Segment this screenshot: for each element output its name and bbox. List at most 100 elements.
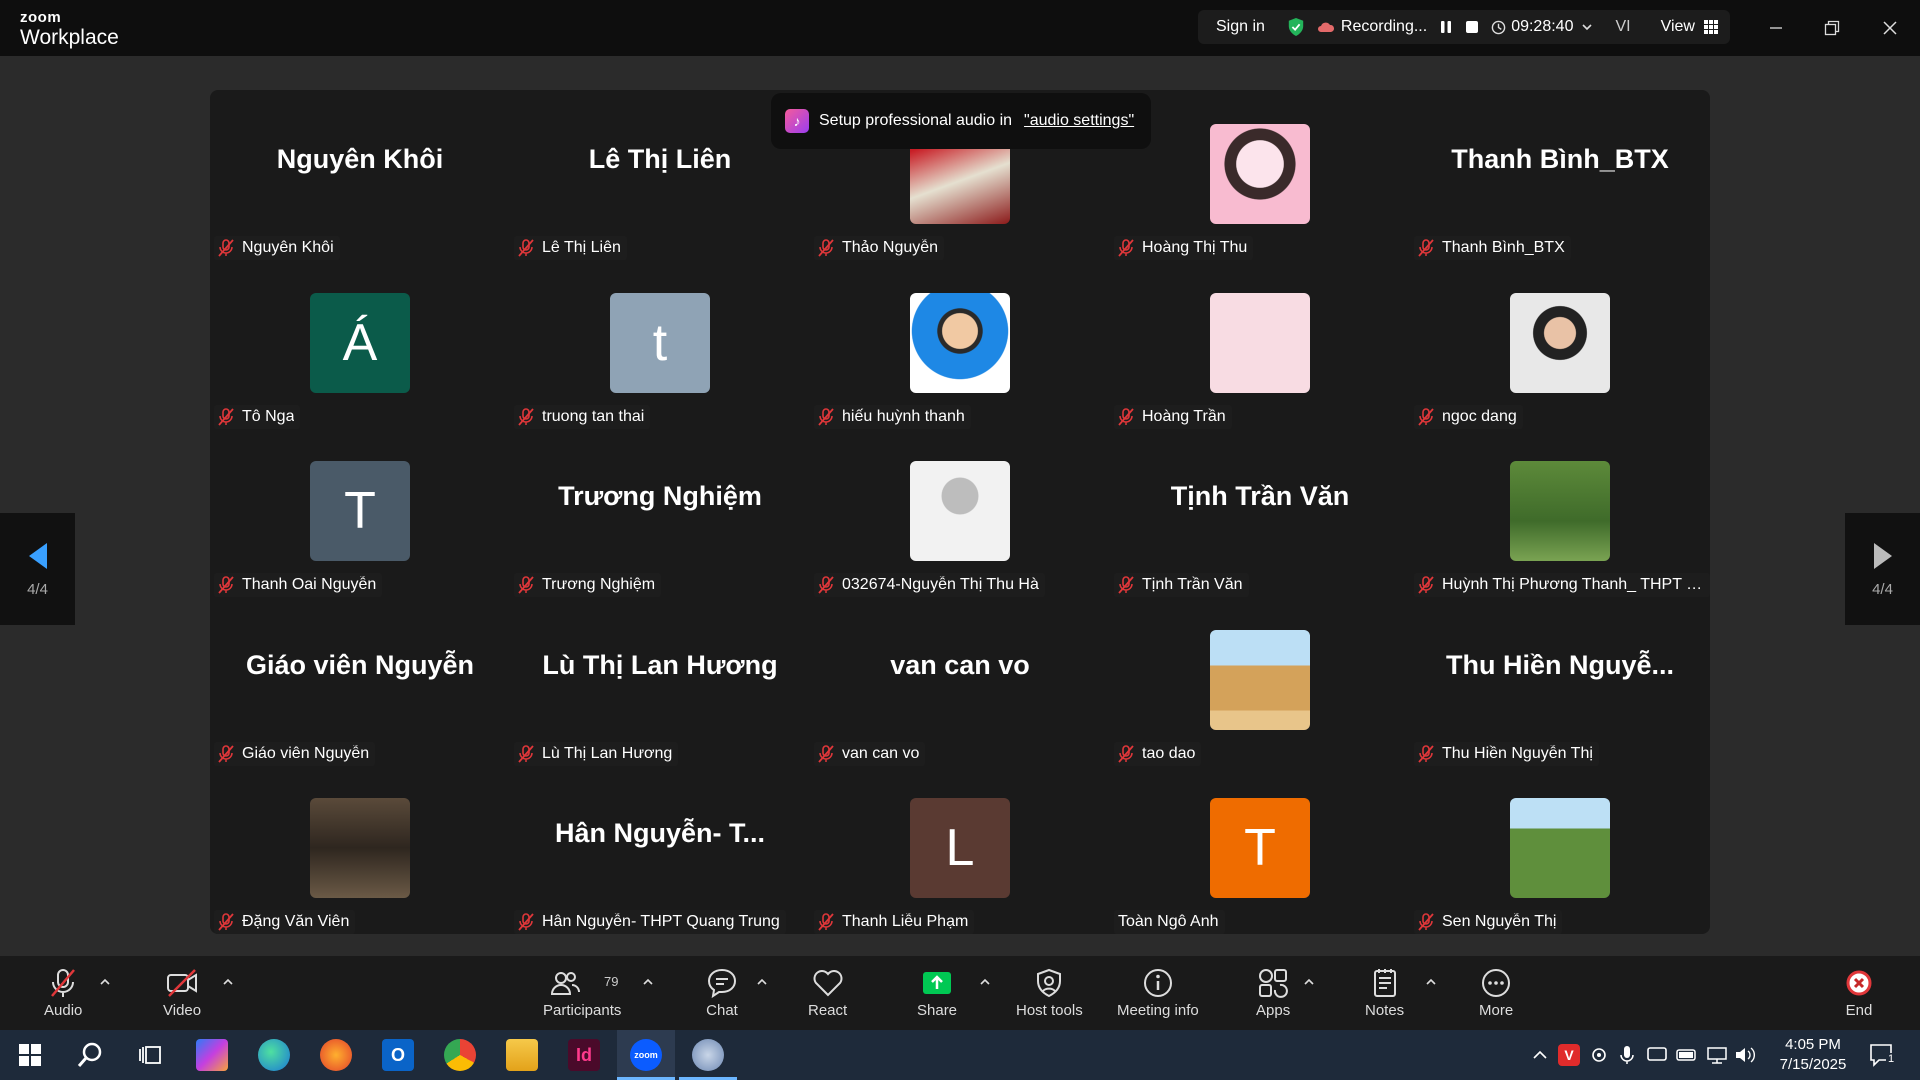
chat-options-chevron-icon[interactable]: [756, 976, 768, 988]
grid-view-icon[interactable]: [1703, 19, 1719, 35]
participant-avatar: Á: [310, 292, 410, 393]
participant-tile[interactable]: Lù Thị Lan Hương Lù Thị Lan Hương: [510, 596, 810, 766]
edge-browser-icon[interactable]: [258, 1039, 290, 1071]
end-meeting-button[interactable]: End: [1842, 966, 1876, 1019]
task-view-icon[interactable]: [134, 1039, 166, 1071]
participant-tile[interactable]: T Toàn Ngô Anh: [1110, 764, 1410, 935]
host-tools-button[interactable]: Host tools: [1016, 966, 1083, 1019]
chat-button[interactable]: Chat: [705, 966, 739, 1019]
chevron-down-icon[interactable]: [1581, 21, 1593, 33]
audio-button[interactable]: Audio: [44, 966, 82, 1019]
participant-tile[interactable]: van can vo van can vo: [810, 596, 1110, 766]
paint-icon[interactable]: [692, 1039, 724, 1071]
microphone-tray-icon[interactable]: [1616, 1039, 1638, 1071]
participant-tile[interactable]: hiếu huỳnh thanh: [810, 259, 1110, 429]
participant-tile[interactable]: Nguyên Khôi Nguyên Khôi: [210, 90, 510, 260]
network-icon[interactable]: [1706, 1039, 1728, 1071]
outlook-icon[interactable]: O: [382, 1039, 414, 1071]
participant-tile[interactable]: T Thanh Oai Nguyễn: [210, 427, 510, 598]
participant-tile[interactable]: 032674-Nguyễn Thị Thu Hà: [810, 427, 1110, 598]
audio-options-chevron-icon[interactable]: [99, 976, 111, 988]
participant-tile[interactable]: Trương Nghiệm Trương Nghiệm: [510, 427, 810, 598]
participant-avatar: [1510, 461, 1610, 562]
participant-tile[interactable]: Hân Nguyễn- T... Hân Nguyễn- THPT Quang T…: [510, 764, 810, 935]
volume-icon[interactable]: [1734, 1039, 1756, 1071]
participant-name-label: Lê Thị Liên: [514, 236, 627, 260]
vivaldi-tray-icon[interactable]: V: [1558, 1044, 1580, 1066]
share-options-chevron-icon[interactable]: [979, 976, 991, 988]
participant-tile[interactable]: Tịnh Trần Văn Tịnh Trần Văn: [1110, 427, 1410, 598]
participant-tile[interactable]: Giáo viên Nguyễn Giáo viên Nguyễn: [210, 596, 510, 766]
participant-tile[interactable]: Á Tô Nga: [210, 259, 510, 429]
search-icon[interactable]: [74, 1039, 106, 1071]
windows-start-icon[interactable]: [14, 1039, 46, 1071]
apps-options-chevron-icon[interactable]: [1303, 976, 1315, 988]
participant-tile[interactable]: Hoàng Thị Thu: [1110, 90, 1410, 260]
audio-settings-link[interactable]: "audio settings": [1024, 112, 1134, 130]
participant-tile[interactable]: Sen Nguyễn Thị: [1410, 764, 1710, 935]
notification-center-icon[interactable]: 1: [1866, 1039, 1898, 1071]
copilot-icon[interactable]: [196, 1039, 228, 1071]
video-button[interactable]: Video: [163, 966, 201, 1019]
participant-tile[interactable]: t truong tan thai: [510, 259, 810, 429]
view-button[interactable]: View: [1661, 18, 1695, 36]
firefox-icon[interactable]: [320, 1039, 352, 1071]
participant-avatar: [1210, 629, 1310, 730]
battery-icon[interactable]: [1676, 1039, 1698, 1071]
participant-tile[interactable]: Hoàng Trần: [1110, 259, 1410, 429]
participant-name-text: Thảo Nguyễn: [842, 239, 939, 256]
meeting-info-button[interactable]: Meeting info: [1117, 966, 1199, 1019]
previous-page-button[interactable]: 4/4: [0, 513, 75, 625]
participant-name-label: Giáo viên Nguyễn: [214, 741, 376, 766]
participant-name-text: ngoc dang: [1442, 407, 1517, 425]
notes-button[interactable]: Notes: [1365, 966, 1404, 1019]
participant-name-label: Thanh Oai Nguyễn: [214, 573, 383, 598]
close-button[interactable]: [1876, 14, 1904, 42]
notes-options-chevron-icon[interactable]: [1425, 976, 1437, 988]
indesign-icon[interactable]: Id: [568, 1039, 600, 1071]
camera-tray-icon[interactable]: [1588, 1039, 1610, 1071]
next-page-button[interactable]: 4/4: [1845, 513, 1920, 625]
participant-avatar: [910, 461, 1010, 562]
participant-tile[interactable]: L Thanh Liễu Phạm: [810, 764, 1110, 935]
language-selector[interactable]: VI: [1615, 18, 1630, 36]
participant-name-text: Tô Nga: [242, 407, 295, 425]
participant-tile[interactable]: Lê Thị Liên Lê Thị Liên: [510, 90, 810, 260]
zoom-taskbar-icon[interactable]: zoom: [630, 1039, 662, 1071]
react-button[interactable]: React: [808, 966, 847, 1019]
notes-label: Notes: [1365, 1002, 1405, 1019]
participant-name-text: Thu Hiền Nguyễn Thị: [1442, 744, 1593, 762]
system-clock[interactable]: 4:05 PM 7/15/2025: [1768, 1035, 1858, 1075]
windows-taskbar: O Id zoom V 4:05 PM 7/15/2025 1: [0, 1030, 1920, 1080]
participants-options-chevron-icon[interactable]: [642, 976, 654, 988]
pause-recording-icon[interactable]: [1439, 20, 1453, 34]
participant-tile[interactable]: tao dao: [1110, 596, 1410, 766]
participant-display-name: Hân Nguyễn- T...: [554, 818, 765, 849]
video-options-chevron-icon[interactable]: [222, 976, 234, 988]
microphone-muted-icon: [51, 969, 76, 997]
share-button[interactable]: Share: [917, 966, 957, 1019]
participant-tile[interactable]: Thanh Bình_BTX Thanh Bình_BTX: [1410, 90, 1710, 260]
rdp-tray-icon[interactable]: [1646, 1039, 1668, 1071]
file-explorer-icon[interactable]: [506, 1039, 538, 1071]
participant-avatar: [1510, 798, 1610, 899]
shield-check-icon[interactable]: [1287, 17, 1305, 37]
chevron-up-tray-icon[interactable]: [1528, 1039, 1552, 1071]
participant-name-text: Huỳnh Thị Phương Thanh_ THPT Qua...: [1442, 576, 1704, 594]
participant-name-label: Đặng Văn Viên: [214, 910, 356, 935]
more-button[interactable]: More: [1479, 966, 1513, 1019]
toast-message: Setup professional audio in: [819, 112, 1013, 129]
magnifier-glyph: [77, 1042, 102, 1067]
participant-tile[interactable]: Huỳnh Thị Phương Thanh_ THPT Qua...: [1410, 427, 1710, 598]
stop-recording-icon[interactable]: [1465, 20, 1479, 34]
participant-tile[interactable]: Thu Hiền Nguyễ... Thu Hiền Nguyễn Thị: [1410, 596, 1710, 766]
restore-button[interactable]: [1818, 14, 1846, 42]
participant-name-text: Giáo viên Nguyễn: [242, 744, 370, 762]
participant-tile[interactable]: Đặng Văn Viên: [210, 764, 510, 935]
chrome-icon[interactable]: [444, 1039, 476, 1071]
minimize-button[interactable]: [1762, 14, 1790, 42]
participant-tile[interactable]: ngoc dang: [1410, 259, 1710, 429]
sign-in-button[interactable]: Sign in: [1216, 18, 1265, 36]
participant-name-label: Trương Nghiệm: [514, 573, 662, 598]
apps-button[interactable]: Apps: [1256, 966, 1290, 1019]
